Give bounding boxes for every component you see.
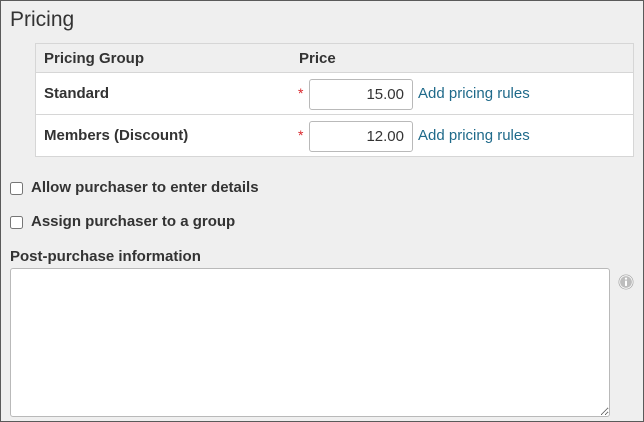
pricing-group-name: Members (Discount) [44,127,189,144]
required-marker: * [298,85,304,101]
assign-group-checkbox[interactable] [10,216,23,229]
required-marker: * [298,127,304,143]
column-header-pricing-group: Pricing Group [44,50,145,67]
allow-details-checkbox[interactable] [10,182,23,195]
column-header-price: Price [299,50,336,67]
section-title: Pricing [10,8,75,31]
table-row: Standard * Add pricing rules [36,73,633,115]
post-purchase-label: Post-purchase information [10,248,201,265]
price-input-standard[interactable] [309,79,413,110]
info-icon[interactable] [618,274,634,290]
post-purchase-textarea[interactable] [10,268,610,417]
allow-details-label[interactable]: Allow purchaser to enter details [31,179,259,196]
price-input-members[interactable] [309,121,413,152]
table-row: Members (Discount) * Add pricing rules [36,115,633,157]
add-pricing-rules-link[interactable]: Add pricing rules [418,127,530,144]
pricing-group-name: Standard [44,85,110,102]
assign-group-label[interactable]: Assign purchaser to a group [31,213,235,230]
pricing-panel: Pricing Pricing Group Price Standard * A… [0,0,644,422]
add-pricing-rules-link[interactable]: Add pricing rules [418,85,530,102]
pricing-table: Pricing Group Price Standard * Add prici… [35,43,634,157]
pricing-table-header: Pricing Group Price [36,44,633,73]
